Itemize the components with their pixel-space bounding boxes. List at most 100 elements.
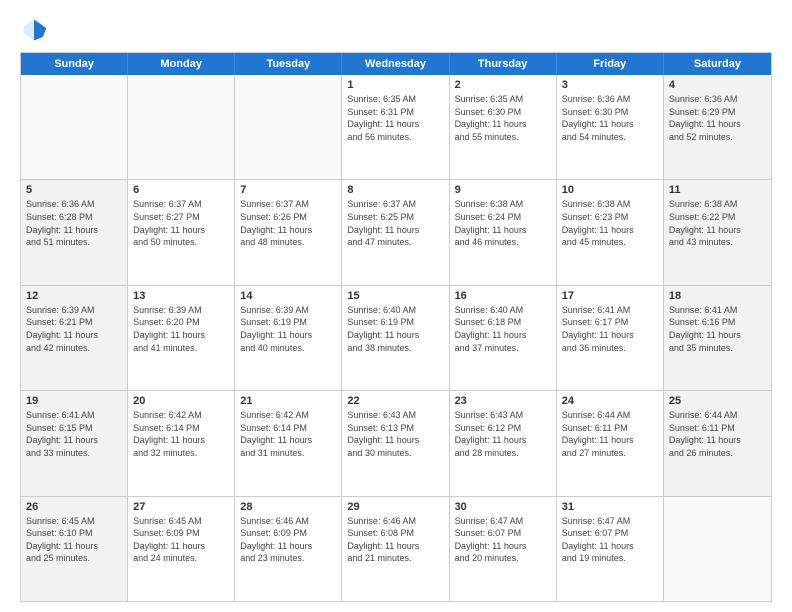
day-number: 16 — [455, 290, 551, 302]
calendar-cell: 12Sunrise: 6:39 AM Sunset: 6:21 PM Dayli… — [21, 286, 128, 390]
calendar-cell: 31 Sunrise: 6:47 AM Sunset: 6:07 PM Dayli… — [557, 497, 664, 601]
header — [20, 16, 772, 44]
logo — [20, 16, 52, 44]
header-cell-saturday: Saturday — [664, 53, 771, 75]
day-number: 30 — [455, 501, 551, 513]
day-number: 1 — [347, 79, 443, 91]
calendar-cell: 18 Sunrise: 6:41 AM Sunset: 6:16 PM Dayli… — [664, 286, 771, 390]
day-number: 11 — [669, 184, 766, 196]
calendar-body: 1 Sunrise: 6:35 AM Sunset: 6:31 PM Daylig… — [21, 75, 771, 601]
calendar-cell: 26Sunrise: 6:45 AM Sunset: 6:10 PM Dayli… — [21, 497, 128, 601]
day-info: Sunrise: 6:41 AM Sunset: 6:17 PM Dayligh… — [562, 304, 658, 354]
calendar-cell: 17 Sunrise: 6:41 AM Sunset: 6:17 PM Dayli… — [557, 286, 664, 390]
calendar-cell: 11 Sunrise: 6:38 AM Sunset: 6:22 PM Dayli… — [664, 180, 771, 284]
day-info: Sunrise: 6:47 AM Sunset: 6:07 PM Dayligh… — [562, 515, 658, 565]
calendar-cell: 27 Sunrise: 6:45 AM Sunset: 6:09 PM Dayli… — [128, 497, 235, 601]
day-number: 29 — [347, 501, 443, 513]
calendar-cell — [21, 75, 128, 179]
day-info: Sunrise: 6:37 AM Sunset: 6:26 PM Dayligh… — [240, 198, 336, 248]
header-cell-tuesday: Tuesday — [235, 53, 342, 75]
day-info: Sunrise: 6:41 AM Sunset: 6:15 PM Dayligh… — [26, 409, 122, 459]
day-number: 7 — [240, 184, 336, 196]
day-info: Sunrise: 6:44 AM Sunset: 6:11 PM Dayligh… — [669, 409, 766, 459]
day-number: 23 — [455, 395, 551, 407]
calendar-cell: 21Sunrise: 6:42 AM Sunset: 6:14 PM Dayli… — [235, 391, 342, 495]
calendar-cell — [664, 497, 771, 601]
header-cell-wednesday: Wednesday — [342, 53, 449, 75]
day-info: Sunrise: 6:41 AM Sunset: 6:16 PM Dayligh… — [669, 304, 766, 354]
day-info: Sunrise: 6:38 AM Sunset: 6:24 PM Dayligh… — [455, 198, 551, 248]
day-number: 17 — [562, 290, 658, 302]
day-number: 2 — [455, 79, 551, 91]
calendar-cell: 7 Sunrise: 6:37 AM Sunset: 6:26 PM Daylig… — [235, 180, 342, 284]
calendar-cell: 6 Sunrise: 6:37 AM Sunset: 6:27 PM Daylig… — [128, 180, 235, 284]
calendar-cell — [128, 75, 235, 179]
header-cell-monday: Monday — [128, 53, 235, 75]
calendar-row-3: 12Sunrise: 6:39 AM Sunset: 6:21 PM Dayli… — [21, 286, 771, 391]
header-cell-thursday: Thursday — [450, 53, 557, 75]
header-cell-sunday: Sunday — [21, 53, 128, 75]
day-number: 13 — [133, 290, 229, 302]
calendar-cell: 24Sunrise: 6:44 AM Sunset: 6:11 PM Dayli… — [557, 391, 664, 495]
day-number: 18 — [669, 290, 766, 302]
day-info: Sunrise: 6:35 AM Sunset: 6:30 PM Dayligh… — [455, 93, 551, 143]
calendar-cell: 14Sunrise: 6:39 AM Sunset: 6:19 PM Dayli… — [235, 286, 342, 390]
day-number: 15 — [347, 290, 443, 302]
day-info: Sunrise: 6:43 AM Sunset: 6:12 PM Dayligh… — [455, 409, 551, 459]
calendar-row-1: 1 Sunrise: 6:35 AM Sunset: 6:31 PM Daylig… — [21, 75, 771, 180]
day-info: Sunrise: 6:43 AM Sunset: 6:13 PM Dayligh… — [347, 409, 443, 459]
day-info: Sunrise: 6:44 AM Sunset: 6:11 PM Dayligh… — [562, 409, 658, 459]
calendar-row-2: 5 Sunrise: 6:36 AM Sunset: 6:28 PM Daylig… — [21, 180, 771, 285]
calendar-cell: 4 Sunrise: 6:36 AM Sunset: 6:29 PM Daylig… — [664, 75, 771, 179]
day-number: 10 — [562, 184, 658, 196]
calendar-cell: 9 Sunrise: 6:38 AM Sunset: 6:24 PM Daylig… — [450, 180, 557, 284]
header-cell-friday: Friday — [557, 53, 664, 75]
day-info: Sunrise: 6:45 AM Sunset: 6:09 PM Dayligh… — [133, 515, 229, 565]
day-number: 4 — [669, 79, 766, 91]
day-info: Sunrise: 6:38 AM Sunset: 6:22 PM Dayligh… — [669, 198, 766, 248]
calendar-row-4: 19 Sunrise: 6:41 AM Sunset: 6:15 PM Dayli… — [21, 391, 771, 496]
calendar-cell: 22Sunrise: 6:43 AM Sunset: 6:13 PM Dayli… — [342, 391, 449, 495]
day-number: 3 — [562, 79, 658, 91]
day-info: Sunrise: 6:36 AM Sunset: 6:28 PM Dayligh… — [26, 198, 122, 248]
calendar-cell: 16 Sunrise: 6:40 AM Sunset: 6:18 PM Dayli… — [450, 286, 557, 390]
day-info: Sunrise: 6:38 AM Sunset: 6:23 PM Dayligh… — [562, 198, 658, 248]
calendar-cell — [235, 75, 342, 179]
day-info: Sunrise: 6:46 AM Sunset: 6:08 PM Dayligh… — [347, 515, 443, 565]
day-info: Sunrise: 6:40 AM Sunset: 6:18 PM Dayligh… — [455, 304, 551, 354]
day-info: Sunrise: 6:40 AM Sunset: 6:19 PM Dayligh… — [347, 304, 443, 354]
day-info: Sunrise: 6:35 AM Sunset: 6:31 PM Dayligh… — [347, 93, 443, 143]
calendar-cell: 15 Sunrise: 6:40 AM Sunset: 6:19 PM Dayli… — [342, 286, 449, 390]
day-number: 12 — [26, 290, 122, 302]
day-number: 27 — [133, 501, 229, 513]
day-info: Sunrise: 6:37 AM Sunset: 6:27 PM Dayligh… — [133, 198, 229, 248]
day-number: 26 — [26, 501, 122, 513]
calendar-cell: 8 Sunrise: 6:37 AM Sunset: 6:25 PM Daylig… — [342, 180, 449, 284]
day-info: Sunrise: 6:37 AM Sunset: 6:25 PM Dayligh… — [347, 198, 443, 248]
calendar-header: SundayMondayTuesdayWednesdayThursdayFrid… — [21, 53, 771, 75]
calendar: SundayMondayTuesdayWednesdayThursdayFrid… — [20, 52, 772, 602]
day-number: 28 — [240, 501, 336, 513]
page: SundayMondayTuesdayWednesdayThursdayFrid… — [0, 0, 792, 612]
calendar-cell: 28 Sunrise: 6:46 AM Sunset: 6:09 PM Dayli… — [235, 497, 342, 601]
calendar-cell: 25Sunrise: 6:44 AM Sunset: 6:11 PM Dayli… — [664, 391, 771, 495]
day-info: Sunrise: 6:36 AM Sunset: 6:29 PM Dayligh… — [669, 93, 766, 143]
day-info: Sunrise: 6:36 AM Sunset: 6:30 PM Dayligh… — [562, 93, 658, 143]
day-number: 8 — [347, 184, 443, 196]
day-number: 9 — [455, 184, 551, 196]
calendar-cell: 2 Sunrise: 6:35 AM Sunset: 6:30 PM Daylig… — [450, 75, 557, 179]
calendar-cell: 1 Sunrise: 6:35 AM Sunset: 6:31 PM Daylig… — [342, 75, 449, 179]
day-info: Sunrise: 6:42 AM Sunset: 6:14 PM Dayligh… — [133, 409, 229, 459]
day-number: 6 — [133, 184, 229, 196]
calendar-cell: 5 Sunrise: 6:36 AM Sunset: 6:28 PM Daylig… — [21, 180, 128, 284]
calendar-cell: 19 Sunrise: 6:41 AM Sunset: 6:15 PM Dayli… — [21, 391, 128, 495]
day-info: Sunrise: 6:46 AM Sunset: 6:09 PM Dayligh… — [240, 515, 336, 565]
day-number: 5 — [26, 184, 122, 196]
day-info: Sunrise: 6:39 AM Sunset: 6:19 PM Dayligh… — [240, 304, 336, 354]
calendar-cell: 13Sunrise: 6:39 AM Sunset: 6:20 PM Dayli… — [128, 286, 235, 390]
day-info: Sunrise: 6:47 AM Sunset: 6:07 PM Dayligh… — [455, 515, 551, 565]
day-number: 19 — [26, 395, 122, 407]
day-info: Sunrise: 6:42 AM Sunset: 6:14 PM Dayligh… — [240, 409, 336, 459]
calendar-row-5: 26Sunrise: 6:45 AM Sunset: 6:10 PM Dayli… — [21, 497, 771, 601]
day-number: 31 — [562, 501, 658, 513]
